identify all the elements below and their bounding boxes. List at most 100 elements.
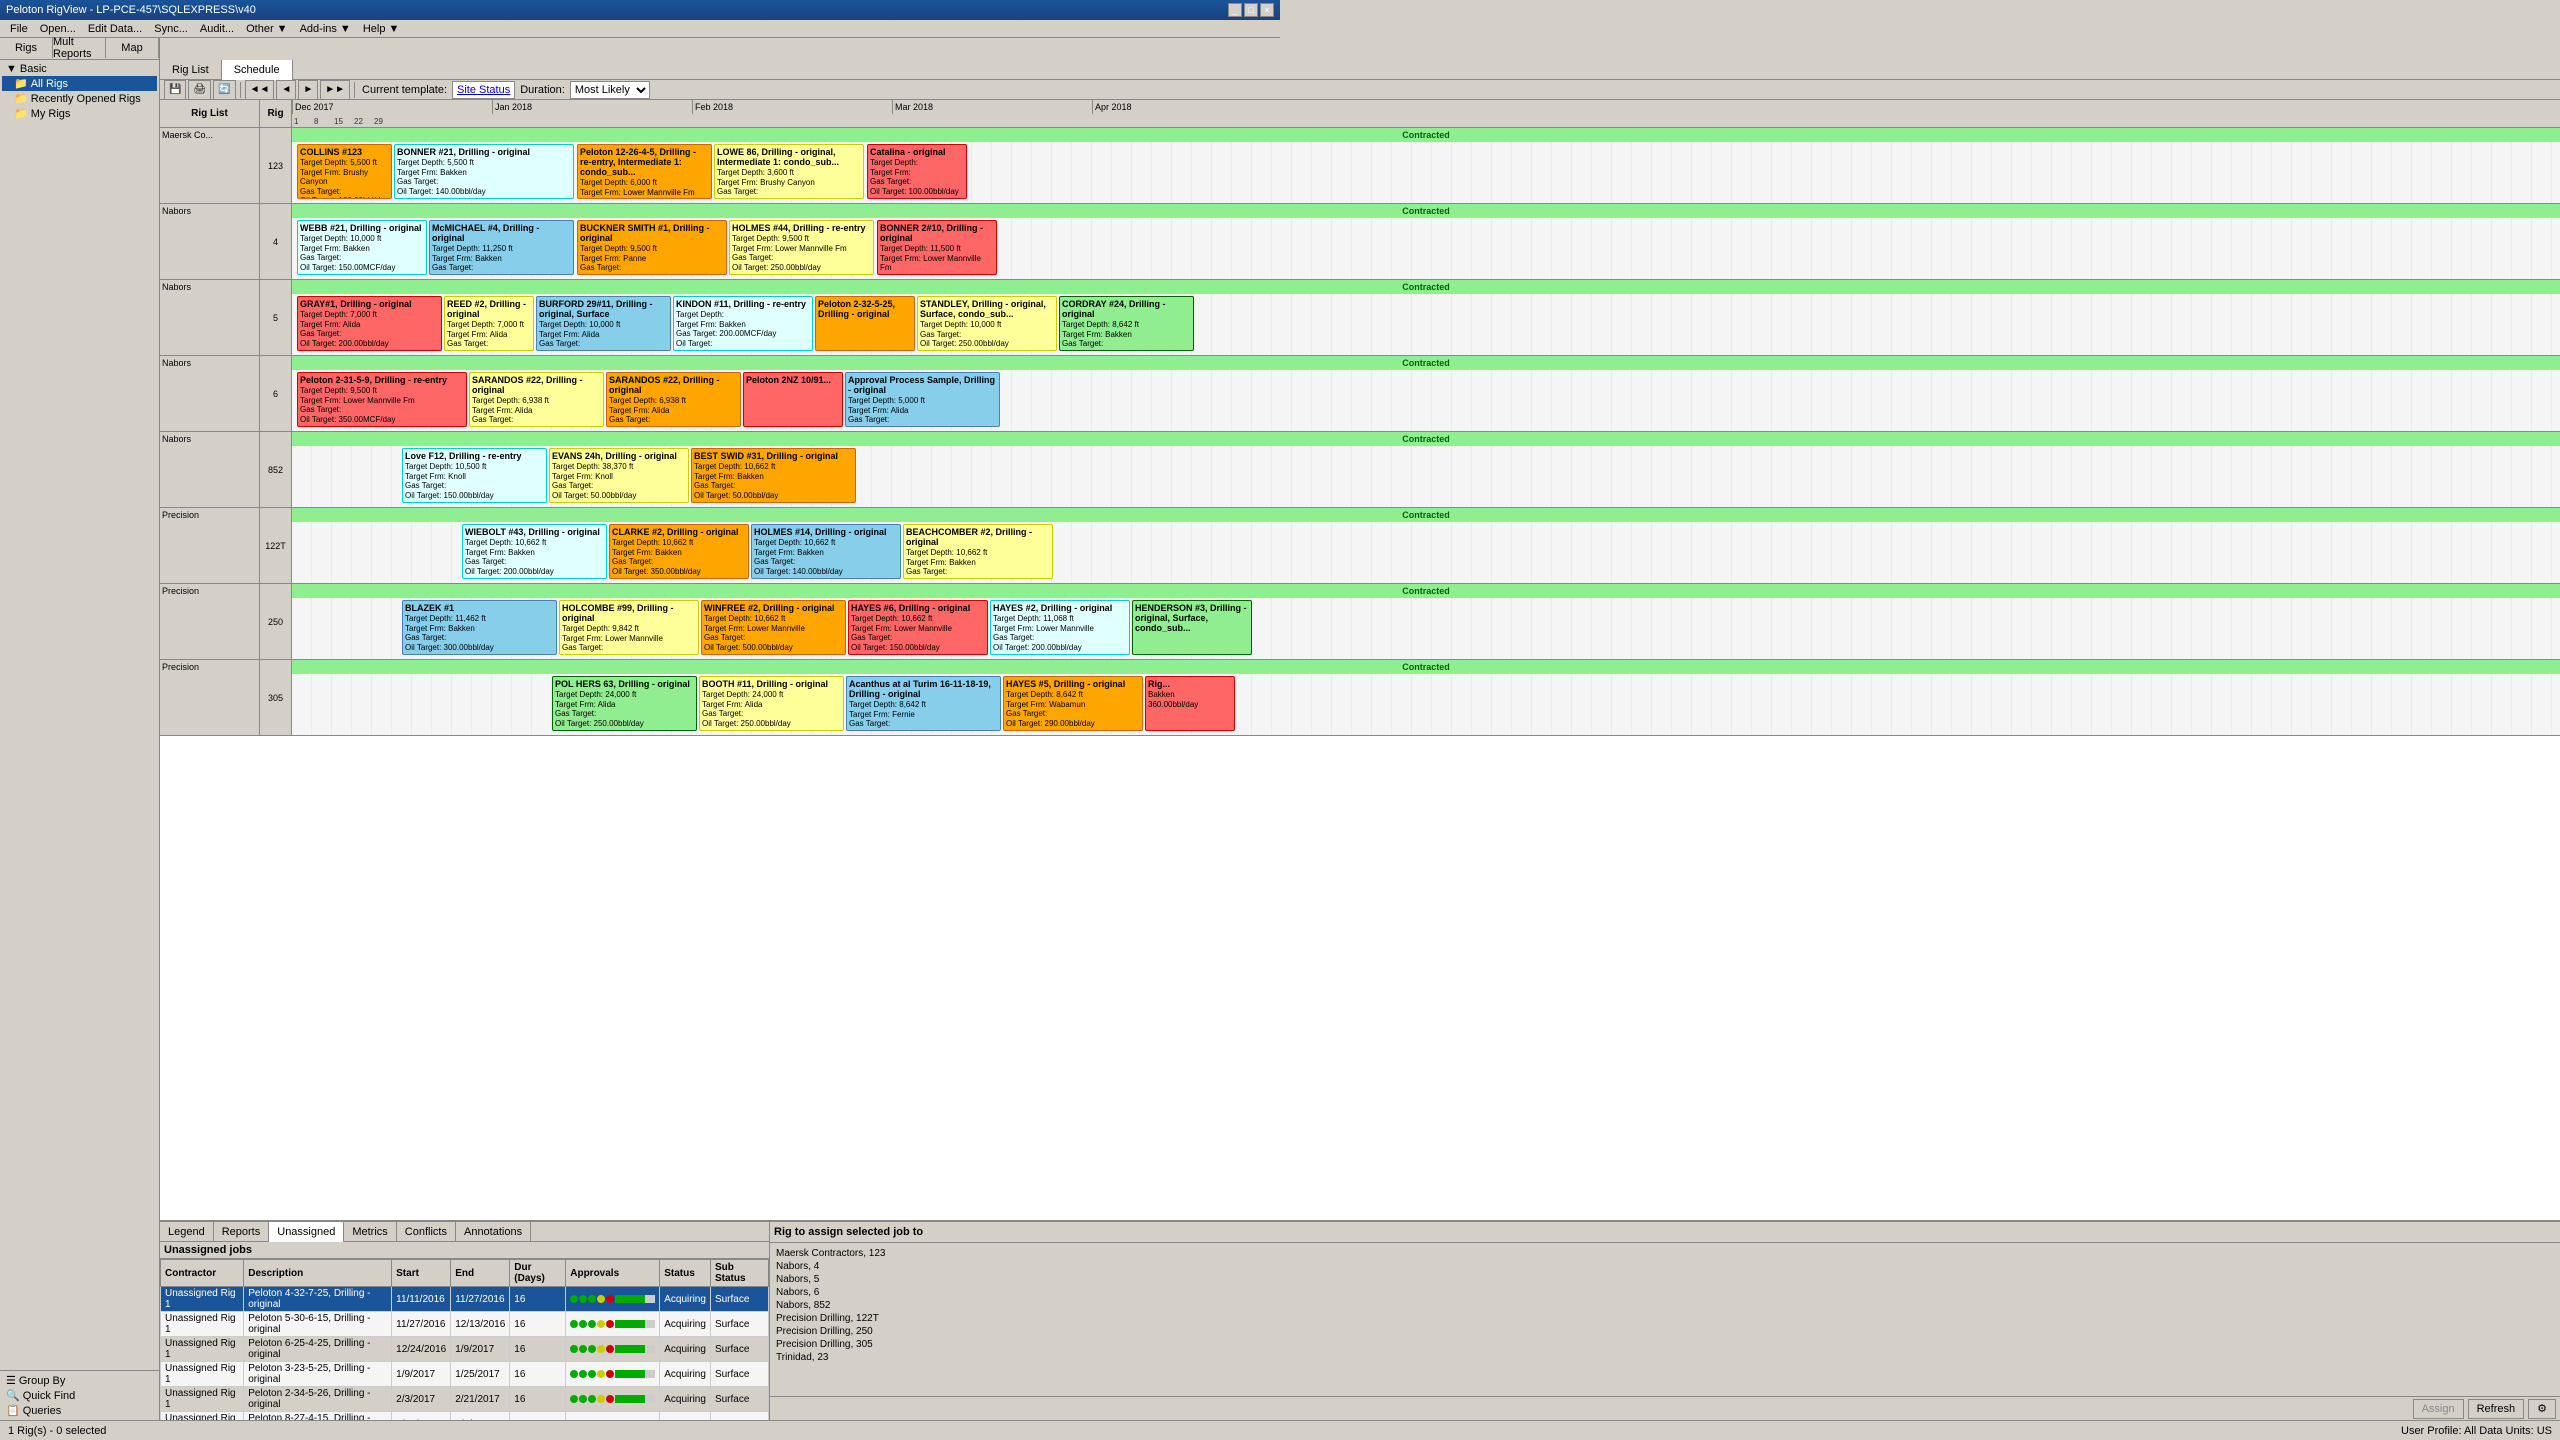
group-by-button[interactable]: ☰ Group By [2, 1373, 157, 1388]
table-row[interactable]: Unassigned Rig 1 Peloton 8-27-4-15, Dril… [161, 1412, 769, 1421]
job-peloton2nz[interactable]: Peloton 2NZ 10/91... [743, 372, 843, 427]
tab-rigs[interactable]: Rigs [0, 38, 53, 58]
job-bonner21[interactable]: BONNER #21, Drilling - original Target D… [394, 144, 574, 199]
bottom-tab-bar: Legend Reports Unassigned Metrics Confli… [160, 1222, 769, 1242]
close-button[interactable]: × [1260, 3, 1274, 17]
toolbar-nav-prev[interactable]: ◄ [276, 80, 296, 100]
job-sarandos22b[interactable]: SARANDOS #22, Drilling - original Target… [606, 372, 741, 427]
rig-assign-item[interactable]: Precision Drilling, 305 [774, 1338, 2556, 1351]
menu-file[interactable]: File [4, 20, 34, 38]
job-booth11[interactable]: BOOTH #11, Drilling - original Target De… [699, 676, 844, 731]
tab-mult-reports[interactable]: Mult Reports [53, 38, 106, 58]
rig-assign-item[interactable]: Precision Drilling, 250 [774, 1325, 2556, 1338]
bottom-tab-annotations[interactable]: Annotations [456, 1222, 531, 1242]
job-wiebolt43[interactable]: WIEBOLT #43, Drilling - original Target … [462, 524, 607, 579]
toolbar-nav-last[interactable]: ►► [320, 80, 350, 100]
table-row[interactable]: Unassigned Rig 1 Peloton 4-32-7-25, Dril… [161, 1287, 769, 1312]
settings-button[interactable]: ⚙ [2528, 1399, 2556, 1419]
job-peloton2325[interactable]: Peloton 2-32-5-25, Drilling - original [815, 296, 915, 351]
refresh-button[interactable]: Refresh [2468, 1399, 2525, 1419]
job-peloton1226[interactable]: Peloton 12-26-4-5, Drilling - re-entry, … [577, 144, 712, 199]
job-beachcomber2[interactable]: BEACHCOMBER #2, Drilling - original Targ… [903, 524, 1053, 579]
tab-schedule[interactable]: Schedule [222, 60, 293, 80]
job-holmes44[interactable]: HOLMES #44, Drilling - re-entry Target D… [729, 220, 874, 275]
menu-sync[interactable]: Sync... [148, 20, 194, 38]
bottom-tab-legend[interactable]: Legend [160, 1222, 214, 1242]
bottom-tab-unassigned[interactable]: Unassigned [269, 1222, 344, 1242]
menu-help[interactable]: Help ▼ [357, 20, 406, 38]
job-evans24h[interactable]: EVANS 24h, Drilling - original Target De… [549, 448, 689, 503]
duration-select[interactable]: Most Likely Best Case Worst Case [570, 81, 650, 99]
table-row[interactable]: Unassigned Rig 1 Peloton 2-34-5-26, Dril… [161, 1387, 769, 1412]
job-kindon11[interactable]: KINDON #11, Drilling - re-entry Target D… [673, 296, 813, 351]
job-hayes86[interactable]: HAYES #6, Drilling - original Target Dep… [848, 600, 988, 655]
job-approval-process[interactable]: Approval Process Sample, Drilling - orig… [845, 372, 1000, 427]
job-henderson3[interactable]: HENDERSON #3, Drilling - original, Surfa… [1132, 600, 1252, 655]
job-gray1[interactable]: GRAY#1, Drilling - original Target Depth… [297, 296, 442, 351]
job-acanthus[interactable]: Acanthus at al Turim 16-11-18-19, Drilli… [846, 676, 1001, 731]
table-row[interactable]: Unassigned Rig 1 Peloton 6-25-4-25, Dril… [161, 1337, 769, 1362]
menu-audit[interactable]: Audit... [194, 20, 240, 38]
job-catalina[interactable]: Catalina - original Target Depth:Target … [867, 144, 967, 199]
rig-assign-item[interactable]: Nabors, 852 [774, 1299, 2556, 1312]
rig-assign-item[interactable]: Nabors, 6 [774, 1286, 2556, 1299]
job-peloton2315[interactable]: Peloton 2-31-5-9, Drilling - re-entry Ta… [297, 372, 467, 427]
schedule-row-maersk: Maersk Co... 123 Contracted COLLINS #123… [160, 128, 2560, 204]
table-header-row: Contractor Description Start End Dur (Da… [161, 1260, 769, 1287]
job-holmes14[interactable]: HOLMES #14, Drilling - original Target D… [751, 524, 901, 579]
menu-other[interactable]: Other ▼ [240, 20, 293, 38]
table-row[interactable]: Unassigned Rig 1 Peloton 5-30-6-15, Dril… [161, 1312, 769, 1337]
toolbar-nav-next[interactable]: ► [298, 80, 318, 100]
bottom-tab-metrics[interactable]: Metrics [344, 1222, 396, 1242]
job-bonner210[interactable]: BONNER 2#10, Drilling - original Target … [877, 220, 997, 275]
job-clarke2[interactable]: CLARKE #2, Drilling - original Target De… [609, 524, 749, 579]
tree-item-all-rigs[interactable]: 📁 All Rigs [2, 76, 157, 91]
job-buckner[interactable]: BUCKNER SMITH #1, Drilling - original Ta… [577, 220, 727, 275]
tab-map[interactable]: Map [106, 38, 159, 58]
minimize-button[interactable]: _ [1228, 3, 1242, 17]
queries-button[interactable]: 📋 Queries [2, 1403, 157, 1418]
job-sarandos22[interactable]: SARANDOS #22, Drilling - original Target… [469, 372, 604, 427]
tree-item-my-rigs[interactable]: 📁 My Rigs [2, 106, 157, 121]
toolbar-nav-first[interactable]: ◄◄ [245, 80, 275, 100]
job-best-swid[interactable]: BEST SWID #31, Drilling - original Targe… [691, 448, 856, 503]
job-reed2[interactable]: REED #2, Drilling - original Target Dept… [444, 296, 534, 351]
job-burford[interactable]: BURFORD 29#11, Drilling - original, Surf… [536, 296, 671, 351]
menu-open[interactable]: Open... [34, 20, 82, 38]
job-webb21[interactable]: WEBB #21, Drilling - original Target Dep… [297, 220, 427, 275]
toolbar-save-button[interactable]: 💾 [164, 80, 186, 100]
job-pol-hers63[interactable]: POL HERS 63, Drilling - original Target … [552, 676, 697, 731]
assign-button[interactable]: Assign [2413, 1399, 2464, 1419]
job-holcombe99[interactable]: HOLCOMBE #99, Drilling - original Target… [559, 600, 699, 655]
job-lowe86[interactable]: LOWE 86, Drilling - original, Intermedia… [714, 144, 864, 199]
job-winfree2[interactable]: WINFREE #2, Drilling - original Target D… [701, 600, 846, 655]
rig-assign-item[interactable]: Precision Drilling, 122T [774, 1312, 2556, 1325]
tab-rig-list[interactable]: Rig List [160, 60, 222, 80]
job-hayes2[interactable]: HAYES #2, Drilling - original Target Dep… [990, 600, 1130, 655]
rig-assign-item[interactable]: Nabors, 5 [774, 1273, 2556, 1286]
bottom-tab-reports[interactable]: Reports [214, 1222, 270, 1242]
job-hayes45[interactable]: HAYES #5, Drilling - original Target Dep… [1003, 676, 1143, 731]
rig-assign-item[interactable]: Maersk Contractors, 123 [774, 1247, 2556, 1260]
rig-assign-item[interactable]: Trinidad, 23 [774, 1351, 2556, 1364]
job-mcmichael4[interactable]: McMICHAEL #4, Drilling - original Target… [429, 220, 574, 275]
tree-item-recently-opened[interactable]: 📁 Recently Opened Rigs [2, 91, 157, 106]
job-collins123[interactable]: COLLINS #123 Target Depth: 5,500 ftTarge… [297, 144, 392, 199]
tree-item-basic[interactable]: ▼ Basic [2, 62, 157, 76]
toolbar-refresh-button[interactable]: 🔄 [213, 80, 235, 100]
template-link[interactable]: Site Status [452, 81, 515, 99]
job-blazek1[interactable]: BLAZEK #1 Target Depth: 11,462 ftTarget … [402, 600, 557, 655]
unassigned-table-wrapper[interactable]: Contractor Description Start End Dur (Da… [160, 1259, 769, 1420]
menu-edit-data[interactable]: Edit Data... [82, 20, 148, 38]
table-row[interactable]: Unassigned Rig 1 Peloton 3-23-5-25, Dril… [161, 1362, 769, 1387]
menu-addins[interactable]: Add-ins ▼ [294, 20, 357, 38]
job-rig305-last[interactable]: Rig... Bakken360.00bbl/day [1145, 676, 1235, 731]
bottom-tab-conflicts[interactable]: Conflicts [397, 1222, 456, 1242]
maximize-button[interactable]: □ [1244, 3, 1258, 17]
job-love12[interactable]: Love F12, Drilling - re-entry Target Dep… [402, 448, 547, 503]
rig-assign-item[interactable]: Nabors, 4 [774, 1260, 2556, 1273]
quick-find-button[interactable]: 🔍 Quick Find [2, 1388, 157, 1403]
job-standley[interactable]: STANDLEY, Drilling - original, Surface, … [917, 296, 1057, 351]
job-cordray24[interactable]: CORDRAY #24, Drilling - original Target … [1059, 296, 1194, 351]
toolbar-print-button[interactable]: 🖨 [188, 80, 211, 100]
